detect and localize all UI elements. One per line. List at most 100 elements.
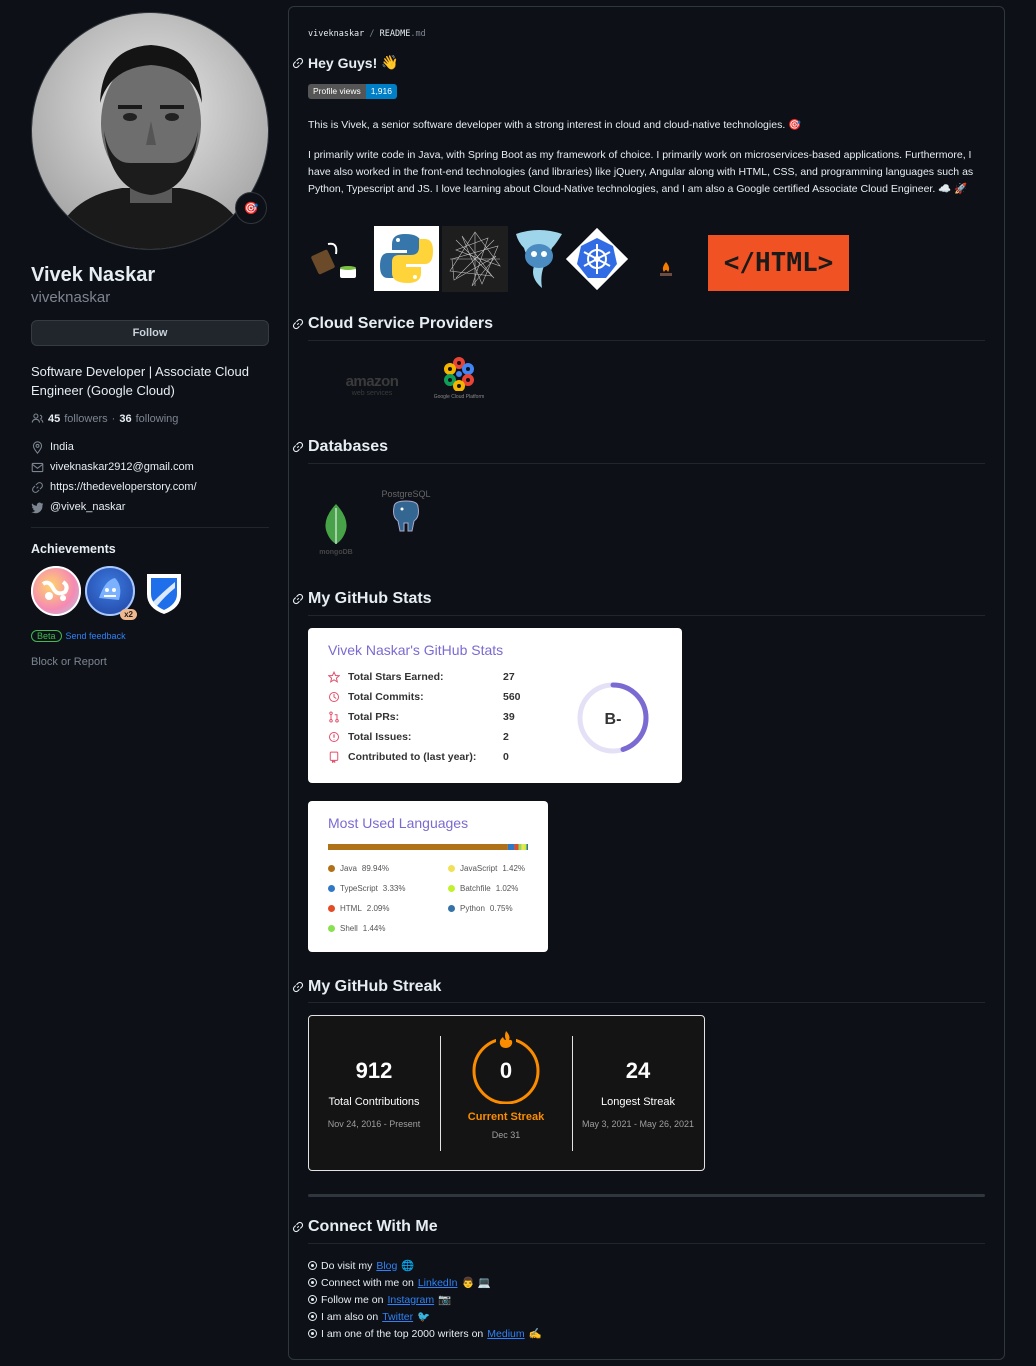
connect-heading-text: Connect With Me	[308, 1218, 438, 1235]
language-item: Shell 1.44%	[328, 924, 385, 933]
website-item[interactable]: https://thedeveloperstory.com/	[31, 477, 269, 497]
send-feedback-link[interactable]: Send feedback	[66, 631, 126, 641]
following-count[interactable]: 36	[119, 413, 131, 425]
followers-separator: ·	[111, 412, 116, 425]
profile-views-label: Profile views	[308, 84, 366, 99]
achievements-title[interactable]: Achievements	[31, 542, 269, 556]
streak-heading-text: My GitHub Streak	[308, 978, 442, 995]
radio-bullet-icon	[308, 1295, 317, 1304]
databases-heading: Databases	[292, 438, 388, 456]
following-label[interactable]: following	[136, 413, 179, 425]
status-emoji[interactable]: 🎯	[235, 192, 267, 224]
postgresql-elephant-icon	[393, 500, 419, 532]
followers-count[interactable]: 45	[48, 413, 60, 425]
github-stats-card[interactable]: Vivek Naskar's GitHub Stats Total Stars …	[308, 628, 682, 783]
repo-icon	[329, 751, 339, 763]
avatar-wrap: 🎯	[31, 12, 269, 250]
language-percent: 0.75%	[489, 904, 513, 913]
aws-logo-subtext: web services	[351, 390, 393, 397]
block-report-link[interactable]: Block or Report	[31, 656, 269, 668]
email-link[interactable]: viveknaskar2912@gmail.com	[50, 461, 194, 473]
connect-prefix: Do visit my	[321, 1259, 373, 1272]
twitter-item[interactable]: @vivek_naskar	[31, 497, 269, 517]
longest-streak-range: May 3, 2021 - May 26, 2021	[581, 1119, 695, 1129]
mail-icon	[31, 462, 44, 472]
intro-paragraph: This is Vivek, a senior software develop…	[308, 119, 802, 131]
aws-logo-text: amazon	[345, 373, 399, 390]
globe-icon: 🌐	[401, 1260, 415, 1272]
issue-icon	[329, 732, 339, 742]
greeting-text: Hey Guys!	[308, 54, 378, 71]
stat-row-issues: Total Issues: 2	[328, 731, 509, 743]
stats-card-title: Vivek Naskar's GitHub Stats	[328, 642, 504, 658]
gcp-logo: Google Cloud Platform	[429, 357, 489, 400]
arctic-vault-badge-icon[interactable]	[139, 566, 189, 616]
language-bar-segment	[328, 844, 508, 850]
anchor-link-icon[interactable]	[292, 441, 304, 453]
language-dot	[328, 885, 335, 892]
readme-file[interactable]: README	[380, 29, 411, 39]
current-streak-date: Dec 31	[491, 1130, 521, 1140]
stat-value: 27	[503, 671, 515, 683]
stat-label: Total Commits:	[348, 691, 424, 703]
instagram-link[interactable]: Instagram	[387, 1294, 434, 1306]
vcard-details: India viveknaskar2912@gmail.com https://…	[31, 437, 269, 517]
anchor-link-icon[interactable]	[292, 57, 304, 69]
anchor-link-icon[interactable]	[292, 981, 304, 993]
pull-shark-badge-icon[interactable]: x2	[85, 566, 137, 620]
linkedin-link[interactable]: LinkedIn	[418, 1277, 458, 1289]
language-name: Python	[460, 904, 485, 913]
people-icon	[31, 413, 44, 423]
total-contributions-col: 912 Total Contributions Nov 24, 2016 - P…	[309, 1016, 439, 1129]
heading-underline	[308, 463, 985, 464]
blog-link[interactable]: Blog	[376, 1260, 397, 1272]
badge-multiplier: x2	[120, 609, 137, 620]
radio-bullet-icon	[308, 1278, 317, 1287]
sidebar-divider	[31, 527, 269, 528]
developer-icon: 👨 💻	[461, 1277, 491, 1289]
readme-owner[interactable]: viveknaskar	[308, 29, 364, 39]
pull-request-icon	[329, 711, 339, 723]
follow-button[interactable]: Follow	[31, 320, 269, 346]
heading-underline	[308, 1243, 985, 1244]
stat-row-commits: Total Commits: 560	[328, 691, 521, 703]
github-streak-card[interactable]: 912 Total Contributions Nov 24, 2016 - P…	[308, 1015, 705, 1171]
history-icon	[329, 692, 339, 702]
network-graph-icon	[442, 226, 508, 292]
twitter-link[interactable]: Twitter	[382, 1311, 413, 1323]
language-bar-segment	[524, 844, 527, 850]
link-icon	[32, 481, 43, 493]
connect-item-medium: I am one of the top 2000 writers on Medi…	[308, 1325, 542, 1342]
website-link[interactable]: https://thedeveloperstory.com/	[50, 481, 197, 493]
medium-link[interactable]: Medium	[487, 1328, 524, 1340]
readme-ext: .md	[410, 29, 426, 39]
twitter-icon	[31, 502, 44, 513]
greeting-heading: Hey Guys! 👋	[292, 54, 399, 71]
language-percent: 1.02%	[495, 884, 519, 893]
followers-label[interactable]: followers	[64, 413, 107, 425]
anchor-link-icon[interactable]	[292, 318, 304, 330]
anchor-link-icon[interactable]	[292, 1221, 304, 1233]
stat-label: Total Stars Earned:	[348, 671, 444, 683]
stat-row-contributed: Contributed to (last year): 0	[328, 751, 509, 763]
anchor-link-icon[interactable]	[292, 593, 304, 605]
tech-icons-row: </HTML>	[308, 226, 853, 292]
yolo-badge-icon[interactable]	[31, 566, 81, 616]
twitter-handle[interactable]: @vivek_naskar	[50, 501, 125, 513]
python-icon	[374, 226, 439, 291]
language-dot	[328, 865, 335, 872]
languages-card[interactable]: Most Used Languages Java 89.94% TypeScri…	[308, 801, 548, 952]
language-percent: 2.09%	[366, 904, 390, 913]
language-item: Java 89.94%	[328, 864, 389, 873]
gcp-hex-icon	[444, 357, 474, 392]
avatar[interactable]	[31, 12, 269, 250]
longest-streak-label: Longest Streak	[601, 1096, 675, 1108]
email-item[interactable]: viveknaskar2912@gmail.com	[31, 457, 269, 477]
stat-value: 560	[503, 691, 521, 703]
databases-heading-text: Databases	[308, 438, 389, 455]
postgresql-logo: PostgreSQL	[371, 489, 441, 536]
language-name: Java	[340, 864, 357, 873]
kubernetes-icon	[566, 228, 628, 290]
heading-underline	[308, 340, 985, 341]
connect-item-blog: Do visit my Blog 🌐	[308, 1257, 542, 1274]
